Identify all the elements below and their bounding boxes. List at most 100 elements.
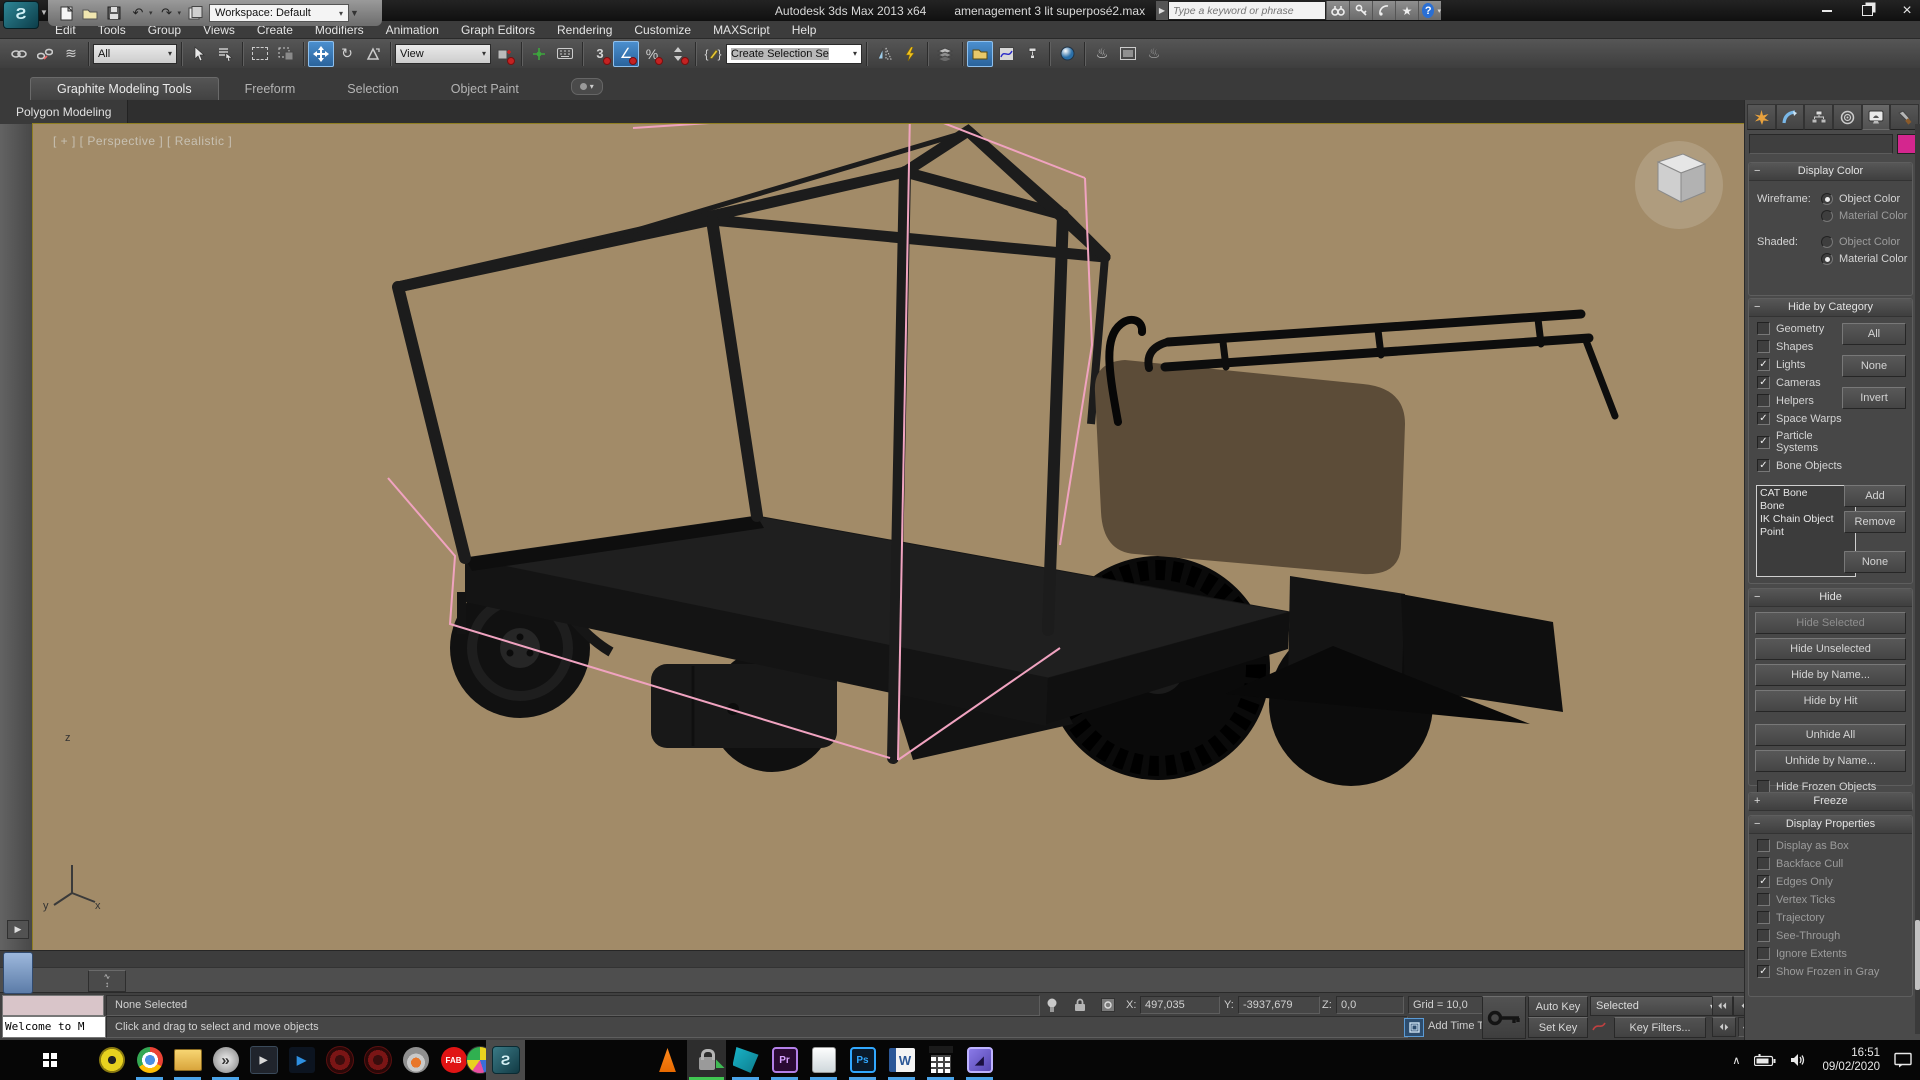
category-all-button[interactable]: All [1842,323,1906,345]
go-to-start-button[interactable]: ⏴⏴ [1712,996,1733,1016]
display-properties-header[interactable]: −Display Properties [1749,816,1912,834]
hide-header[interactable]: −Hide [1749,589,1912,607]
keyboard-shortcut-override-icon[interactable] [552,41,578,67]
taskbar-calculator[interactable] [921,1040,960,1080]
prop-checkbox-ignore-extents[interactable] [1757,947,1770,960]
taskbar-disc-burner[interactable] [396,1040,435,1080]
category-checkbox-space-warps[interactable] [1757,412,1770,425]
taskbar-media-player-dark[interactable]: ▶ [282,1040,321,1080]
prop-checkbox-backface-cull[interactable] [1757,857,1770,870]
select-and-move-icon[interactable] [308,41,334,67]
key-filters-button[interactable]: Key Filters... [1614,1017,1706,1038]
viewport-tabs-flyout-icon[interactable]: ▶ [7,920,29,939]
undo-icon[interactable]: ↶ [128,4,148,22]
scrollbar-thumb[interactable] [1915,920,1920,990]
auto-key-button[interactable]: Auto Key [1528,996,1588,1017]
select-and-rotate-icon[interactable]: ↻ [334,41,360,67]
list-item[interactable]: IK Chain Object [1760,513,1852,526]
selection-filter-dropdown[interactable]: All▾ [93,44,177,64]
tab-display-icon[interactable] [1862,104,1891,130]
category-checkbox-shapes[interactable] [1757,340,1770,353]
default-in-out-tangent-icon[interactable] [1588,1017,1612,1035]
viewport-label[interactable]: [ + ] [ Perspective ] [ Realistic ] [53,134,232,148]
set-keys-button[interactable] [1482,996,1526,1039]
taskbar-clonedvd-2[interactable] [358,1040,397,1080]
layer-manager-icon[interactable] [932,41,958,67]
wireframe-material-color-radio[interactable] [1821,210,1833,222]
select-and-scale-icon[interactable] [360,41,386,67]
close-button[interactable]: × [1900,4,1914,18]
infocenter-expand-icon[interactable]: ▶ [1156,1,1168,20]
hide-by-category-header[interactable]: −Hide by Category [1749,299,1912,317]
maxscript-listener-white[interactable]: Welcome to M [2,1016,106,1038]
rectangular-selection-region-icon[interactable] [247,41,273,67]
select-object-icon[interactable] [186,41,212,67]
snaps-toggle-icon[interactable]: 3 [587,41,613,67]
taskbar-file-explorer[interactable] [168,1040,207,1080]
mini-curve-editor-button[interactable]: ∿↕ [88,970,126,992]
use-pivot-point-center-icon[interactable] [491,41,517,67]
y-coord-field[interactable]: -3937,679 [1238,996,1320,1014]
mirror-icon[interactable] [871,41,897,67]
perspective-viewport[interactable]: [ + ] [ Perspective ] [ Realistic ] z y … [33,124,1744,950]
object-name-field[interactable] [1749,134,1893,154]
display-color-header[interactable]: −Display Color [1749,163,1912,181]
save-file-icon[interactable] [104,4,124,22]
unlink-selection-icon[interactable] [32,41,58,67]
taskbar-chrome[interactable] [130,1040,169,1080]
menu-animation[interactable]: Animation [375,23,450,37]
volume-icon[interactable] [1790,1053,1808,1067]
quick-render-icon[interactable]: ♨ [1141,41,1167,67]
prop-checkbox-see-through[interactable] [1757,929,1770,942]
key-mode-dropdown[interactable]: Selected▾ [1590,996,1720,1016]
restore-button[interactable] [1860,4,1874,18]
category-checkbox-particle-systems[interactable] [1757,436,1770,449]
tab-create-icon[interactable] [1747,104,1776,130]
selection-lock-icon[interactable] [1068,996,1092,1014]
minimize-button[interactable] [1820,4,1834,18]
taskbar-vlc[interactable] [648,1040,687,1080]
list-item[interactable]: Point [1760,526,1852,539]
taskbar-word[interactable]: W [882,1040,921,1080]
tray-chevron-icon[interactable]: ∧ [1732,1054,1740,1067]
freeze-header[interactable]: +Freeze [1749,793,1912,811]
time-tag-icon[interactable] [1404,1018,1424,1037]
taskbar-clock[interactable]: 16:51 09/02/2020 [1822,1046,1880,1074]
named-selection-sets-dropdown[interactable]: Create Selection Se▾ [726,44,862,64]
z-coord-field[interactable]: 0,0 [1336,996,1404,1014]
prop-checkbox-show-frozen-in-gray[interactable] [1757,965,1770,978]
category-checkbox-lights[interactable] [1757,358,1770,371]
start-button[interactable] [30,1040,70,1080]
window-crossing-toggle-icon[interactable] [273,41,299,67]
tab-hierarchy-icon[interactable] [1804,104,1833,130]
app-menu-logo[interactable]: Ƨ [3,1,39,29]
edit-named-selection-sets-icon[interactable]: {} [700,41,726,67]
select-and-manipulate-icon[interactable] [526,41,552,67]
battery-icon[interactable] [1754,1054,1776,1066]
category-checkbox-geometry[interactable] [1757,322,1770,335]
redo-dropdown-icon[interactable]: ▾ [178,9,182,17]
hide-selected-button[interactable]: Hide Selected [1755,612,1906,634]
search-binoculars-icon[interactable] [1326,1,1349,20]
tab-freeform[interactable]: Freeform [219,78,322,100]
hide-by-hit-button[interactable]: Hide by Hit [1755,690,1906,712]
taskbar-photoshop[interactable]: Ps [843,1040,882,1080]
category-none2-button[interactable]: None [1844,551,1906,573]
category-checkbox-cameras[interactable] [1757,376,1770,389]
hide-by-name-button[interactable]: Hide by Name... [1755,664,1906,686]
isolate-selection-icon[interactable] [1040,996,1064,1014]
select-by-name-icon[interactable] [212,41,238,67]
select-and-link-icon[interactable] [6,41,32,67]
category-checkbox-bone-objects[interactable] [1757,459,1770,472]
rendered-frame-window-icon[interactable] [1115,41,1141,67]
tab-graphite-modeling-tools[interactable]: Graphite Modeling Tools [30,77,219,100]
align-icon[interactable] [897,41,923,67]
schematic-view-icon[interactable] [1019,41,1045,67]
subscription-key-icon[interactable] [1349,1,1372,20]
taskbar-disc-authoring-app[interactable] [92,1040,131,1080]
search-input[interactable] [1168,1,1326,20]
wireframe-object-color-radio[interactable] [1821,193,1833,205]
tab-modify-icon[interactable] [1776,104,1805,130]
app-menu-arrow-icon[interactable]: ▼ [40,8,48,17]
panel-scrollbar[interactable] [1915,124,1920,1034]
